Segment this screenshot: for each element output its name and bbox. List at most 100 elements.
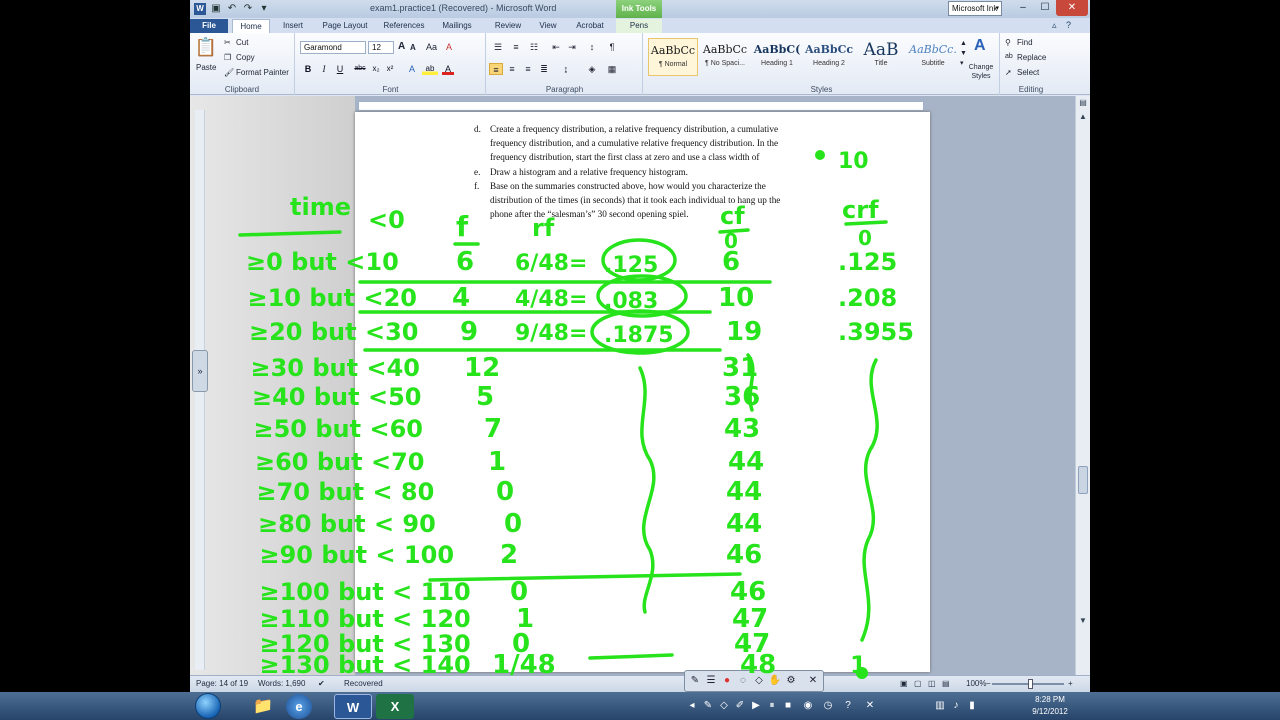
style-subtitle[interactable]: AaBbCc. Subtitle [908, 38, 958, 76]
maximize-button[interactable]: ☐ [1034, 0, 1056, 16]
close-icon[interactable]: ✕ [806, 674, 820, 688]
page-count-status[interactable]: Page: 14 of 19 [196, 679, 248, 688]
borders-icon[interactable]: ▦ [605, 63, 619, 75]
style-heading-1[interactable]: AaBbC( Heading 1 [752, 38, 802, 76]
minimize-button[interactable]: – [1012, 0, 1034, 16]
zoom-out-icon[interactable]: − [986, 679, 991, 688]
grow-font-button[interactable]: A [398, 41, 405, 52]
tab-pens[interactable]: Pens [616, 19, 662, 33]
clear-formatting-button[interactable]: A [446, 42, 452, 52]
bold-button[interactable]: B [302, 63, 314, 75]
word-count-status[interactable]: Words: 1,690 [258, 679, 305, 688]
style-normal[interactable]: AaBbCc ¶ Normal [648, 38, 698, 76]
tray-record-icon[interactable]: ▶ [750, 699, 762, 713]
highlight-button[interactable]: ab [422, 63, 438, 75]
vertical-scrollbar[interactable]: ▤ ▲ ▼ [1075, 96, 1090, 675]
clock-date[interactable]: 9/12/2012 [1026, 707, 1074, 716]
lines-icon[interactable]: ☰ [704, 674, 718, 688]
strikethrough-button[interactable]: abc [352, 63, 368, 75]
tray-stop-icon[interactable]: ■ [782, 699, 794, 713]
tab-acrobat[interactable]: Acrobat [570, 19, 610, 33]
scroll-up-icon[interactable]: ▲ [1077, 112, 1089, 124]
font-size-select[interactable]: 12 [368, 41, 394, 54]
tray-pencil-icon[interactable]: ✐ [734, 699, 746, 713]
zoom-level[interactable]: 100% [966, 679, 986, 688]
tray-help-icon[interactable]: ? [842, 699, 854, 713]
paste-button[interactable]: Paste [196, 63, 216, 72]
style-heading-2[interactable]: AaBbCc Heading 2 [804, 38, 854, 76]
font-color-button[interactable]: A [442, 63, 454, 75]
view-print-layout-icon[interactable]: ▣ [900, 679, 908, 688]
pen-icon[interactable]: ✎ [688, 674, 702, 688]
ruler-toggle-icon[interactable]: ▤ [1077, 98, 1089, 110]
superscript-button[interactable]: x² [384, 63, 396, 75]
underline-button[interactable]: U [334, 63, 346, 75]
tab-view[interactable]: View [534, 19, 562, 33]
explorer-icon[interactable]: 📁 [244, 694, 282, 719]
view-draft-icon[interactable]: ▤ [942, 679, 950, 688]
zoom-slider-handle[interactable] [1028, 679, 1033, 689]
tray-eraser-icon[interactable]: ◇ [718, 699, 730, 713]
minimize-ribbon-icon[interactable]: ▵ [1052, 20, 1057, 31]
view-full-screen-icon[interactable]: ▢ [914, 679, 922, 688]
hand-icon[interactable]: ✋ [768, 674, 782, 688]
change-styles-button[interactable]: Change Styles [962, 63, 1000, 81]
customize-qat-icon[interactable]: ▾ [258, 3, 270, 15]
decrease-indent-icon[interactable]: ⇤ [549, 41, 563, 53]
find-button[interactable]: ⚲ Find [1005, 38, 1033, 47]
style-title[interactable]: AaB Title [856, 38, 906, 76]
change-case-button[interactable]: Aa [426, 42, 437, 52]
bullets-icon[interactable]: ☰ [491, 41, 505, 53]
volume-icon[interactable]: ♪ [950, 699, 962, 713]
word-app-icon[interactable]: W [194, 3, 206, 15]
power-icon[interactable]: ▮ [966, 699, 978, 713]
microsoft-ink-button[interactable]: Microsoft Ink ▾ [948, 1, 1002, 16]
tab-insert[interactable]: Insert [278, 19, 308, 33]
tab-home[interactable]: Home [232, 19, 270, 33]
lasso-icon[interactable]: ◌ [736, 674, 750, 688]
text-effects-button[interactable]: A [406, 63, 418, 75]
tray-pen-icon[interactable]: ✎ [702, 699, 714, 713]
tab-file[interactable]: File [190, 19, 228, 33]
close-button[interactable]: ✕ [1056, 0, 1088, 16]
help-icon[interactable]: ? [1066, 20, 1071, 30]
browser-icon[interactable]: e [286, 694, 312, 719]
tab-references[interactable]: References [380, 19, 428, 33]
redo-icon[interactable]: ↷ [242, 3, 254, 15]
proofing-icon[interactable]: ✔ [318, 679, 325, 688]
align-right-icon[interactable]: ≡ [521, 63, 535, 75]
eraser-icon[interactable]: ◇ [752, 674, 766, 688]
line-spacing-icon[interactable]: ↨ [559, 63, 573, 75]
tray-arrow-icon[interactable]: ◂ [686, 699, 698, 713]
view-web-icon[interactable]: ◫ [928, 679, 936, 688]
document-page[interactable]: d. Create a frequency distribution, a re… [355, 112, 930, 672]
multilevel-list-icon[interactable]: ☷ [527, 41, 541, 53]
start-button[interactable] [195, 693, 221, 719]
scroll-thumb[interactable] [1078, 466, 1088, 494]
italic-button[interactable]: I [318, 63, 330, 75]
pen-side-tab[interactable]: » [192, 350, 208, 392]
tray-pause-icon[interactable]: ⏸ [766, 699, 778, 713]
save-icon[interactable]: ▣ [210, 3, 222, 15]
subscript-button[interactable]: x₂ [370, 63, 382, 75]
increase-indent-icon[interactable]: ⇥ [565, 41, 579, 53]
tray-camera-icon[interactable]: ◉ [802, 699, 814, 713]
tray-clock-icon[interactable]: ◷ [822, 699, 834, 713]
shading-icon[interactable]: ◈ [585, 63, 599, 75]
font-name-select[interactable]: Garamond [300, 41, 366, 54]
style-no-spacing[interactable]: AaBbCc ¶ No Spaci... [700, 38, 750, 76]
show-marks-icon[interactable]: ¶ [605, 41, 619, 53]
numbering-icon[interactable]: ≡ [509, 41, 523, 53]
justify-icon[interactable]: ≣ [537, 63, 551, 75]
align-left-icon[interactable]: ≡ [489, 63, 503, 75]
clock-time[interactable]: 8:28 PM [1030, 695, 1070, 704]
change-styles-icon[interactable]: A [974, 37, 986, 55]
cut-button[interactable]: ✂ Cut [224, 38, 248, 47]
tab-page-layout[interactable]: Page Layout [318, 19, 372, 33]
tab-review[interactable]: Review [490, 19, 526, 33]
scroll-down-icon[interactable]: ▼ [1077, 616, 1089, 628]
format-painter-button[interactable]: 🖌 Format Painter [224, 68, 289, 77]
tab-mailings[interactable]: Mailings [438, 19, 476, 33]
undo-icon[interactable]: ↶ [226, 3, 238, 15]
color-palette-icon[interactable]: ● [720, 674, 734, 688]
